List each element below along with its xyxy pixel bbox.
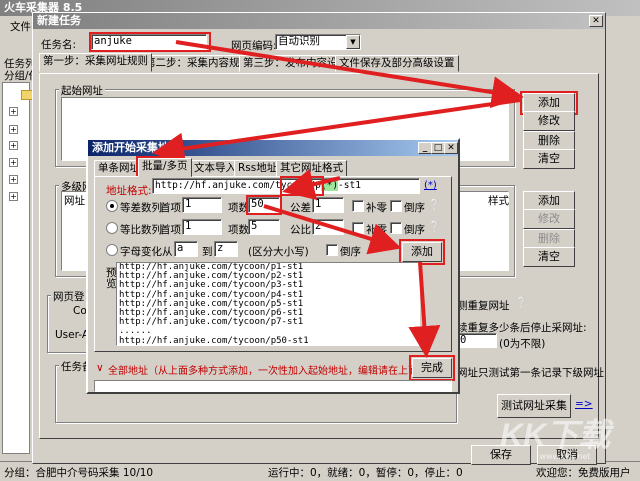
annotation-arrows — [152, 40, 524, 358]
arrow-count-to-add — [263, 204, 402, 255]
watermark-url: www.kkx.net — [539, 452, 591, 461]
arrow-name-to-add — [175, 40, 524, 109]
watermark: KK下载 www.kkx.net — [500, 418, 630, 462]
arrow-to-wildcard — [282, 168, 341, 200]
tab-step1[interactable]: 第一步：采集网址规则 — [39, 53, 152, 72]
watermark-logo: KK下载 — [500, 417, 611, 453]
arrow-add-to-done — [408, 261, 441, 358]
arrow-add-to-batch — [152, 98, 521, 165]
tab-batch[interactable]: 批量/多页 — [138, 158, 192, 177]
